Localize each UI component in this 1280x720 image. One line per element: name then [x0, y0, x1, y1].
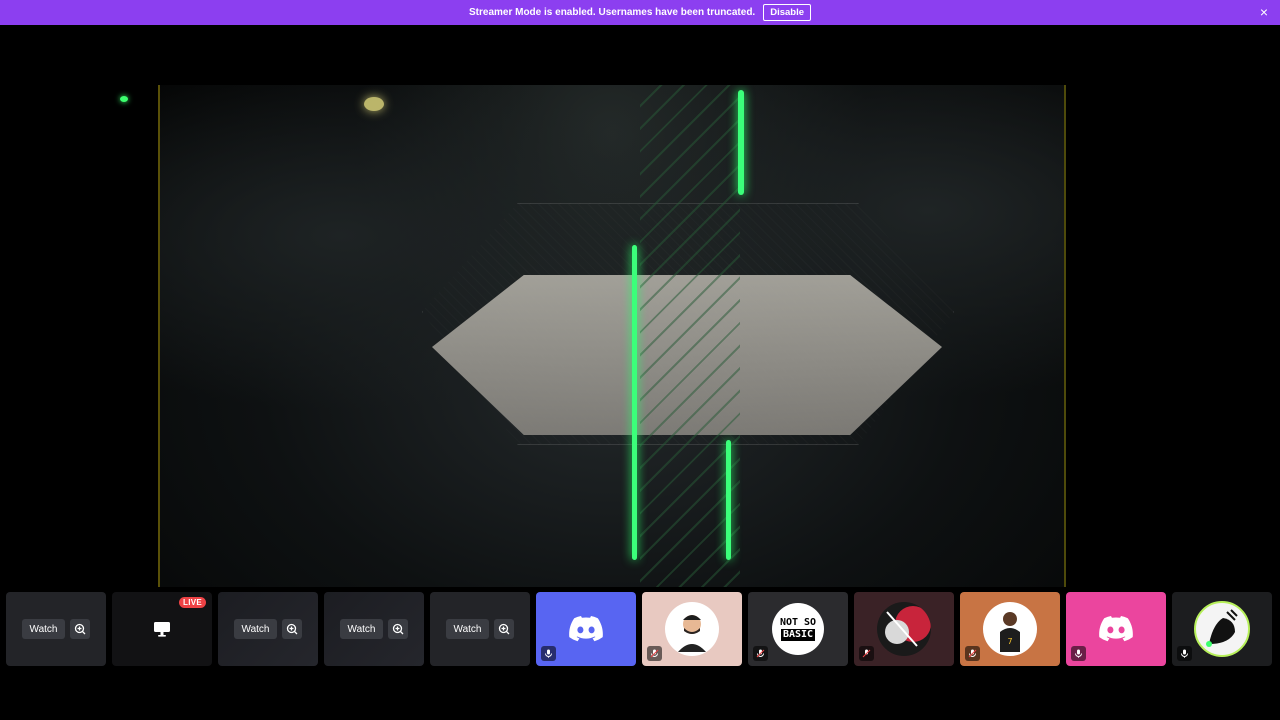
arena-lamp — [364, 97, 384, 111]
screen-share-icon — [154, 622, 170, 637]
live-badge: LIVE — [179, 597, 206, 608]
pop-out-watch-icon[interactable] — [282, 619, 303, 639]
close-banner-icon[interactable]: × — [1260, 5, 1268, 19]
disable-streamer-mode-button[interactable]: Disable — [763, 4, 811, 21]
stream-tile[interactable]: Watch — [218, 592, 318, 666]
stream-video[interactable] — [158, 85, 1066, 587]
streamer-mode-banner: Streamer Mode is enabled. Usernames have… — [0, 0, 1280, 25]
muted-microphone-icon — [859, 646, 874, 661]
green-light-bar — [632, 245, 637, 560]
banner-message: Streamer Mode is enabled. Usernames have… — [468, 7, 756, 18]
stream-tile[interactable]: Watch — [430, 592, 530, 666]
not-so-basic-avatar: NOT SO BASIC — [772, 603, 824, 655]
green-light-bar — [726, 440, 731, 560]
pop-out-watch-icon[interactable] — [388, 619, 409, 639]
green-light-bar — [738, 90, 744, 195]
avatar — [1194, 601, 1250, 657]
status-light — [120, 96, 128, 102]
muted-microphone-icon — [965, 646, 980, 661]
avatar-text-line2: BASIC — [780, 629, 816, 641]
participant-tile[interactable] — [642, 592, 742, 666]
participant-tile[interactable]: 7 — [960, 592, 1060, 666]
watch-button[interactable]: Watch — [445, 619, 490, 639]
participant-tile[interactable] — [1172, 592, 1272, 666]
participant-tile[interactable] — [536, 592, 636, 666]
avatar: 7 — [983, 602, 1037, 656]
muted-microphone-icon — [647, 646, 662, 661]
participant-tiles: Watch LIVE Watch Watch Watch NOT SO BASI… — [6, 592, 1272, 666]
watch-button[interactable]: Watch — [21, 619, 66, 639]
participant-tile[interactable] — [854, 592, 954, 666]
live-stream-tile[interactable]: LIVE — [112, 592, 212, 666]
microphone-icon — [541, 646, 556, 661]
discord-logo-icon — [1099, 616, 1133, 642]
microphone-icon — [1177, 646, 1192, 661]
avatar — [877, 602, 931, 656]
participant-tile[interactable] — [1066, 592, 1166, 666]
stream-tile[interactable]: Watch — [324, 592, 424, 666]
watch-button[interactable]: Watch — [339, 619, 384, 639]
pop-out-watch-icon[interactable] — [70, 619, 91, 639]
microphone-icon — [1071, 646, 1086, 661]
pop-out-watch-icon[interactable] — [494, 619, 515, 639]
avatar — [665, 602, 719, 656]
stream-tile[interactable]: Watch — [6, 592, 106, 666]
watch-button[interactable]: Watch — [233, 619, 278, 639]
discord-logo-icon — [569, 616, 603, 642]
avatar-text-line1: NOT SO — [779, 617, 817, 628]
lighting-truss — [640, 85, 740, 587]
participant-tile[interactable]: NOT SO BASIC — [748, 592, 848, 666]
svg-text:7: 7 — [1007, 637, 1012, 646]
muted-microphone-icon — [753, 646, 768, 661]
